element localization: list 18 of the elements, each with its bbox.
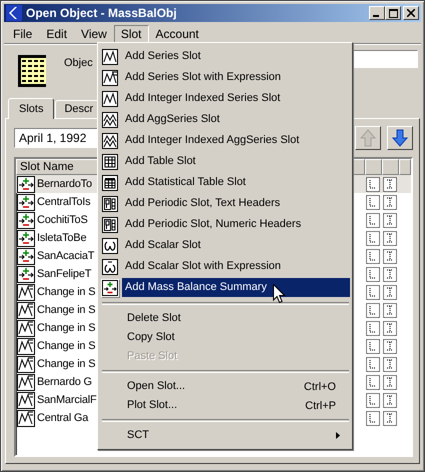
window-title: Open Object - MassBalObj [26, 6, 178, 20]
slot-name: SanMarcialF [37, 394, 97, 406]
shortcut-label: Ctrl+O [304, 380, 336, 392]
slot-name: Bernardo G [37, 376, 92, 388]
slot-name: CochitiToS [37, 214, 88, 226]
slot-name: SanFelipeT [37, 268, 92, 280]
slot-name: BernardoTo [37, 178, 92, 190]
slot-name: Change in S [37, 304, 96, 316]
slot-name: Change in S [37, 322, 96, 334]
object-label: Objec [64, 57, 93, 69]
slot-name: CentralToIs [37, 196, 90, 208]
slot-name: IsletaToBe [37, 232, 86, 244]
slot-name: Change in S [37, 358, 96, 370]
slot-name: SanAcaciaT [37, 250, 94, 262]
shortcut-label: Ctrl+P [305, 400, 336, 412]
slot-name: Central Ga [37, 412, 88, 424]
slot-name: Change in S [37, 340, 96, 352]
slot-name: Change in S [37, 286, 96, 298]
